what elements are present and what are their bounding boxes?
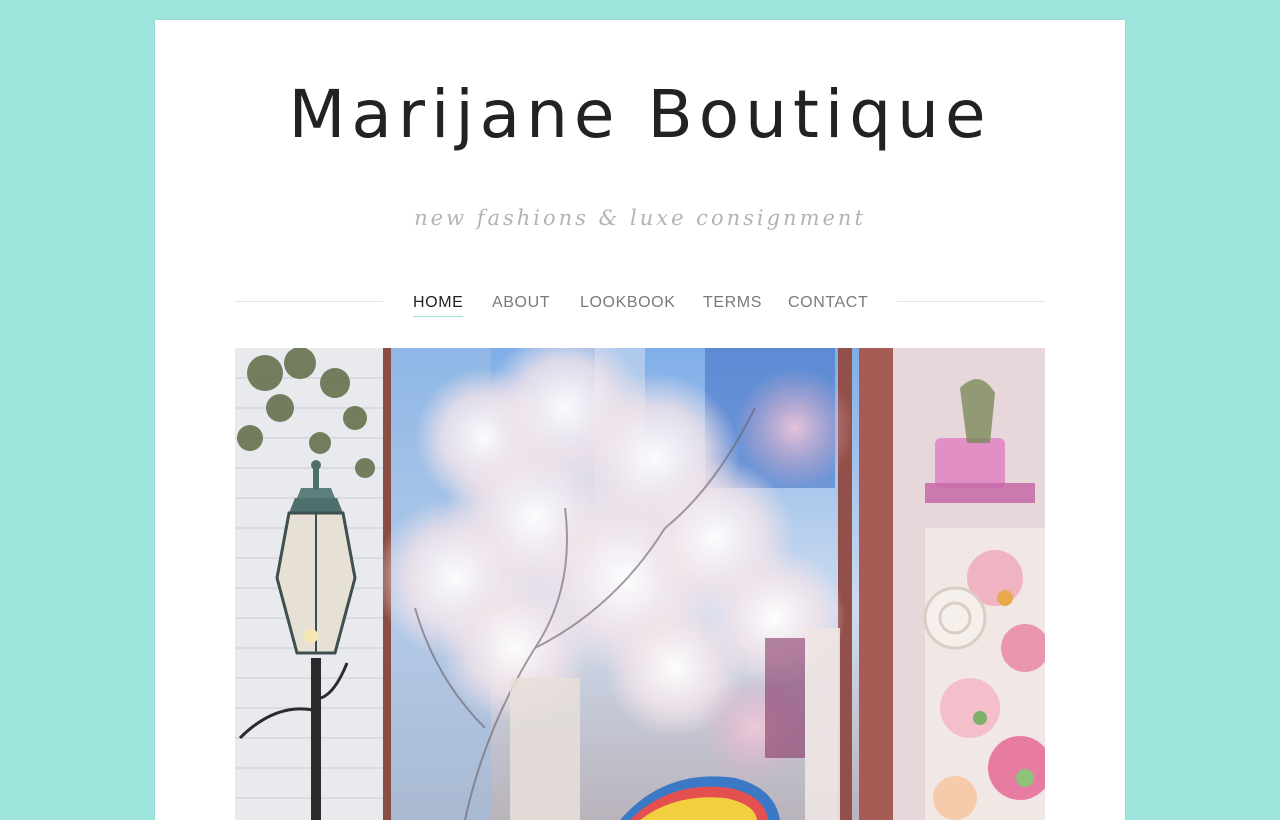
- nav-divider-right: [897, 301, 1045, 302]
- site-title[interactable]: Marijane Boutique: [155, 82, 1125, 148]
- nav-item-about[interactable]: ABOUT: [492, 294, 550, 312]
- nav-divider-left: [235, 301, 383, 302]
- nav-item-home[interactable]: HOME: [413, 294, 464, 317]
- page-card: Marijane Boutique new fashions & luxe co…: [155, 20, 1125, 820]
- main-navigation: HOME ABOUT LOOKBOOK TERMS CONTACT: [235, 290, 1045, 317]
- hero-image: [235, 348, 1045, 820]
- site-tagline: new fashions & luxe consignment: [414, 206, 866, 230]
- nav-item-contact[interactable]: CONTACT: [788, 294, 868, 312]
- nav-item-lookbook[interactable]: LOOKBOOK: [580, 294, 676, 312]
- nav-item-terms[interactable]: TERMS: [703, 294, 762, 312]
- storefront-blossom-illustration: [235, 348, 1045, 820]
